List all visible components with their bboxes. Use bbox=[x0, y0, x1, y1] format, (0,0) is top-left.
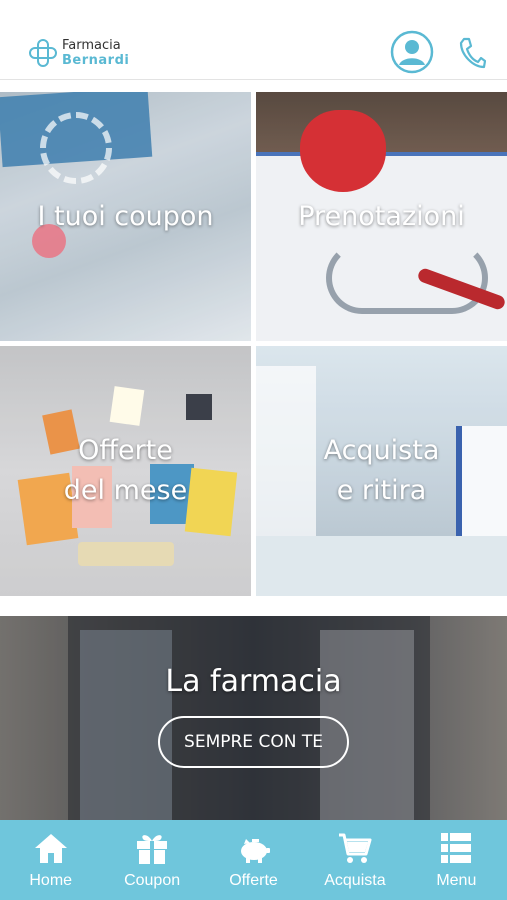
cart-icon bbox=[338, 833, 372, 863]
pharmacy-logo[interactable]: Farmacia Bernardi bbox=[28, 36, 129, 70]
nav-item-offers[interactable]: Offerte bbox=[203, 820, 304, 900]
gift-icon bbox=[137, 835, 168, 864]
phone-icon bbox=[459, 37, 486, 69]
user-icon bbox=[390, 30, 434, 74]
tile-label-bookings: Prenotazioni bbox=[298, 200, 465, 232]
tile-label-buy-and-collect: Acquista e ritira bbox=[323, 435, 440, 506]
app-header: Farmacia Bernardi bbox=[0, 0, 507, 80]
nav-label-menu: Menu bbox=[436, 872, 477, 889]
tile-label-monthly-offers: Offerte del mese bbox=[63, 435, 188, 506]
tile-bookings[interactable]: Prenotazioni bbox=[256, 92, 507, 341]
logo-line-farmacia: Farmacia bbox=[62, 38, 121, 53]
nav-item-home[interactable]: Home bbox=[0, 820, 101, 900]
nav-item-buy[interactable]: Acquista bbox=[304, 820, 405, 900]
tile-label-coupons: I tuoi coupon bbox=[37, 200, 214, 232]
nav-item-coupon[interactable]: Coupon bbox=[101, 820, 202, 900]
tile-buy-and-collect[interactable]: Acquista e ritira bbox=[256, 346, 507, 596]
account-button[interactable] bbox=[390, 30, 434, 74]
piggy-bank-icon bbox=[240, 839, 270, 863]
pharmacy-banner[interactable]: La farmacia SEMPRE CON TE bbox=[0, 616, 507, 824]
logo-line-bernardi: Bernardi bbox=[62, 53, 130, 68]
nav-item-menu[interactable]: Menu bbox=[406, 820, 507, 900]
call-button[interactable] bbox=[458, 36, 486, 70]
always-with-you-button[interactable]: SEMPRE CON TE bbox=[158, 716, 349, 768]
home-icon bbox=[34, 834, 67, 863]
nav-label-home: Home bbox=[29, 872, 73, 889]
tile-monthly-offers[interactable]: Offerte del mese bbox=[0, 346, 251, 596]
menu-list-icon bbox=[441, 833, 472, 863]
tile-coupons[interactable]: I tuoi coupon bbox=[0, 92, 251, 341]
banner-title: La farmacia bbox=[165, 664, 342, 699]
nav-label-offers: Offerte bbox=[229, 872, 278, 889]
nav-label-buy: Acquista bbox=[324, 872, 386, 889]
cross-logo-icon bbox=[29, 39, 57, 67]
nav-label-coupon: Coupon bbox=[124, 872, 181, 889]
bottom-navigation: Home Coupon Offerte Acquista Menu bbox=[0, 820, 507, 900]
